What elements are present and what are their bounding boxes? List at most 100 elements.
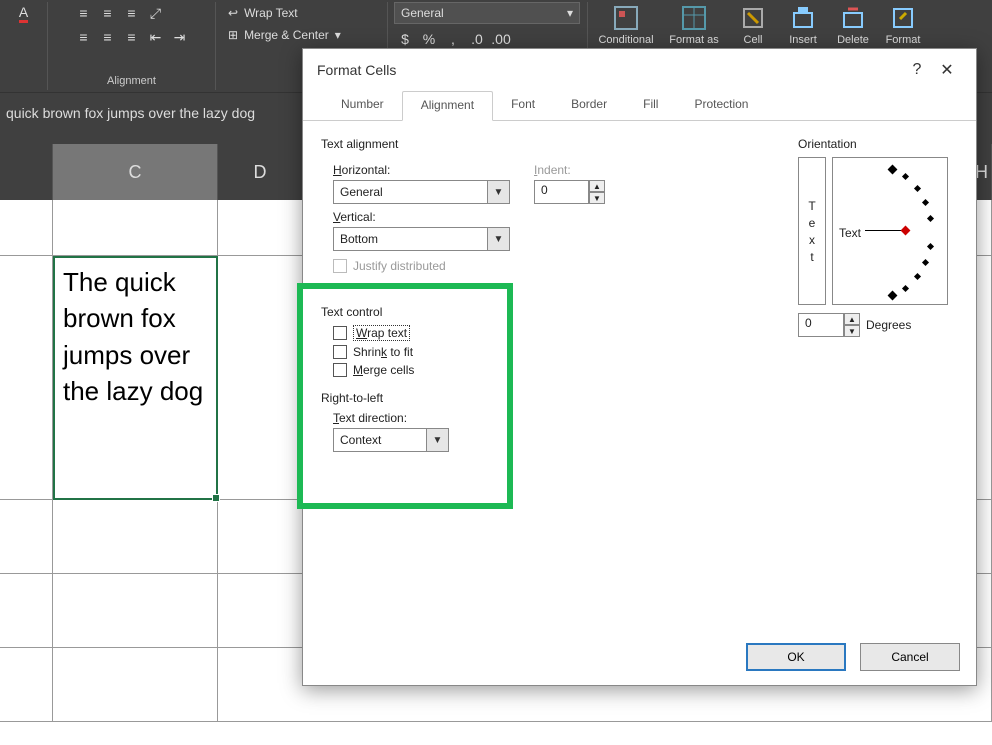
justify-distributed-label: Justify distributed: [353, 259, 446, 273]
alignment-group-label: Alignment: [107, 75, 156, 87]
spinner-down-icon[interactable]: ▼: [589, 192, 605, 204]
horizontal-select[interactable]: General ▼: [333, 180, 510, 204]
dial-tick: [927, 243, 934, 250]
dropdown-arrow-icon[interactable]: ▼: [488, 227, 510, 251]
decrease-indent-icon[interactable]: ⇤: [145, 26, 167, 48]
decrease-decimal-icon[interactable]: .00: [490, 28, 512, 50]
cancel-button[interactable]: Cancel: [860, 643, 960, 671]
wrap-text-button[interactable]: ↩ Wrap Text: [222, 2, 304, 24]
insert-label: Insert: [789, 34, 817, 46]
col-header-d[interactable]: D: [218, 144, 303, 200]
increase-decimal-icon[interactable]: .0: [466, 28, 488, 50]
dial-tick: [902, 285, 909, 292]
merge-center-button[interactable]: ⊞ Merge & Center ▾: [222, 24, 347, 46]
active-cell[interactable]: The quick brown fox jumps over the lazy …: [53, 256, 218, 500]
vert-letter: T: [808, 199, 815, 213]
align-bottom-icon[interactable]: ≡: [121, 2, 143, 24]
format-cells-dialog: Format Cells ? ✕ Number Alignment Font B…: [302, 48, 977, 686]
tab-number[interactable]: Number: [323, 91, 402, 120]
conditional-formatting-button[interactable]: Conditional: [592, 2, 660, 46]
spinner-up-icon[interactable]: ▲: [844, 313, 860, 325]
dialog-titlebar[interactable]: Format Cells ? ✕: [303, 49, 976, 91]
percent-icon[interactable]: %: [418, 28, 440, 50]
orientation-icon[interactable]: ⤢: [145, 2, 167, 24]
horizontal-value: General: [333, 180, 488, 204]
grid-cell[interactable]: [53, 574, 218, 647]
close-button[interactable]: ✕: [932, 55, 962, 85]
dial-tick: [914, 185, 921, 192]
format-as-table-button[interactable]: Format as: [660, 2, 728, 46]
dial-tick: [888, 291, 898, 301]
dropdown-arrow-icon[interactable]: ▼: [488, 180, 510, 204]
align-right-icon[interactable]: ≡: [121, 26, 143, 48]
dial-tick: [888, 165, 898, 175]
dial-tick: [922, 199, 929, 206]
wrap-text-label: Wrap Text: [244, 6, 298, 20]
align-left-icon[interactable]: ≡: [73, 26, 95, 48]
formula-bar-content: quick brown fox jumps over the lazy dog: [6, 105, 255, 121]
orientation-panel: Orientation T e x t Text: [798, 137, 958, 337]
tab-border[interactable]: Border: [553, 91, 625, 120]
indent-spinner[interactable]: 0 ▲ ▼: [534, 180, 605, 204]
align-top-icon[interactable]: ≡: [73, 2, 95, 24]
insert-button[interactable]: Insert: [778, 2, 828, 46]
conditional-label: Conditional: [598, 34, 653, 46]
tab-font[interactable]: Font: [493, 91, 553, 120]
align-middle-icon[interactable]: ≡: [97, 2, 119, 24]
help-button[interactable]: ?: [902, 55, 932, 85]
format-label: Format: [886, 34, 921, 46]
tab-fill[interactable]: Fill: [625, 91, 676, 120]
merge-center-label: Merge & Center: [244, 28, 329, 42]
grid-cell[interactable]: [0, 256, 53, 499]
fill-handle[interactable]: [212, 494, 220, 502]
spinner-up-icon[interactable]: ▲: [589, 180, 605, 192]
grid-cell[interactable]: [53, 200, 218, 255]
grid-cell[interactable]: [0, 500, 53, 573]
col-header-c[interactable]: C: [53, 144, 218, 200]
align-center-icon[interactable]: ≡: [97, 26, 119, 48]
number-format-value: General: [401, 6, 444, 20]
active-cell-value: The quick brown fox jumps over the lazy …: [63, 267, 203, 406]
cell-styles-icon: [739, 4, 767, 32]
vert-letter: x: [809, 233, 815, 247]
delete-button[interactable]: Delete: [828, 2, 878, 46]
delete-icon: [839, 4, 867, 32]
grid-cell[interactable]: [0, 648, 53, 721]
tab-protection[interactable]: Protection: [676, 91, 766, 120]
increase-indent-icon[interactable]: ⇥: [169, 26, 191, 48]
vert-letter: t: [810, 250, 813, 264]
grid-cell[interactable]: [53, 500, 218, 573]
cell-label: Cell: [744, 34, 763, 46]
orientation-dial[interactable]: Text: [832, 157, 948, 305]
vertical-text-button[interactable]: T e x t: [798, 157, 826, 305]
ok-button[interactable]: OK: [746, 643, 846, 671]
comma-icon[interactable]: ,: [442, 28, 464, 50]
format-button[interactable]: Format: [878, 2, 928, 46]
merge-icon: ⊞: [228, 28, 238, 42]
format-icon: [889, 4, 917, 32]
dial-tick: [927, 215, 934, 222]
dialog-footer: OK Cancel: [303, 633, 976, 685]
wrap-text-icon: ↩: [228, 6, 238, 20]
vertical-value: Bottom: [333, 227, 488, 251]
cell-styles-button[interactable]: Cell: [728, 2, 778, 46]
currency-icon[interactable]: $: [394, 28, 416, 50]
delete-label: Delete: [837, 34, 869, 46]
tab-alignment[interactable]: Alignment: [402, 91, 493, 121]
dialog-body: Text alignment HHorizontal:orizontal: Ge…: [303, 121, 976, 633]
dial-pointer-end: [901, 226, 911, 236]
grid-cell[interactable]: [53, 648, 218, 721]
vertical-label: Vertical:: [333, 210, 510, 224]
indent-value[interactable]: 0: [534, 180, 589, 204]
degrees-value[interactable]: 0: [798, 313, 844, 337]
grid-cell[interactable]: [0, 574, 53, 647]
close-icon: ✕: [940, 60, 953, 80]
degrees-spinner[interactable]: 0 ▲ ▼: [798, 313, 860, 337]
spinner-down-icon[interactable]: ▼: [844, 325, 860, 337]
vertical-select[interactable]: Bottom ▼: [333, 227, 510, 251]
number-format-select[interactable]: General ▾: [394, 2, 580, 24]
vert-letter: e: [809, 216, 816, 230]
grid-cell[interactable]: [0, 200, 53, 255]
font-color-button[interactable]: A: [13, 2, 35, 24]
dial-pointer: [865, 230, 901, 231]
